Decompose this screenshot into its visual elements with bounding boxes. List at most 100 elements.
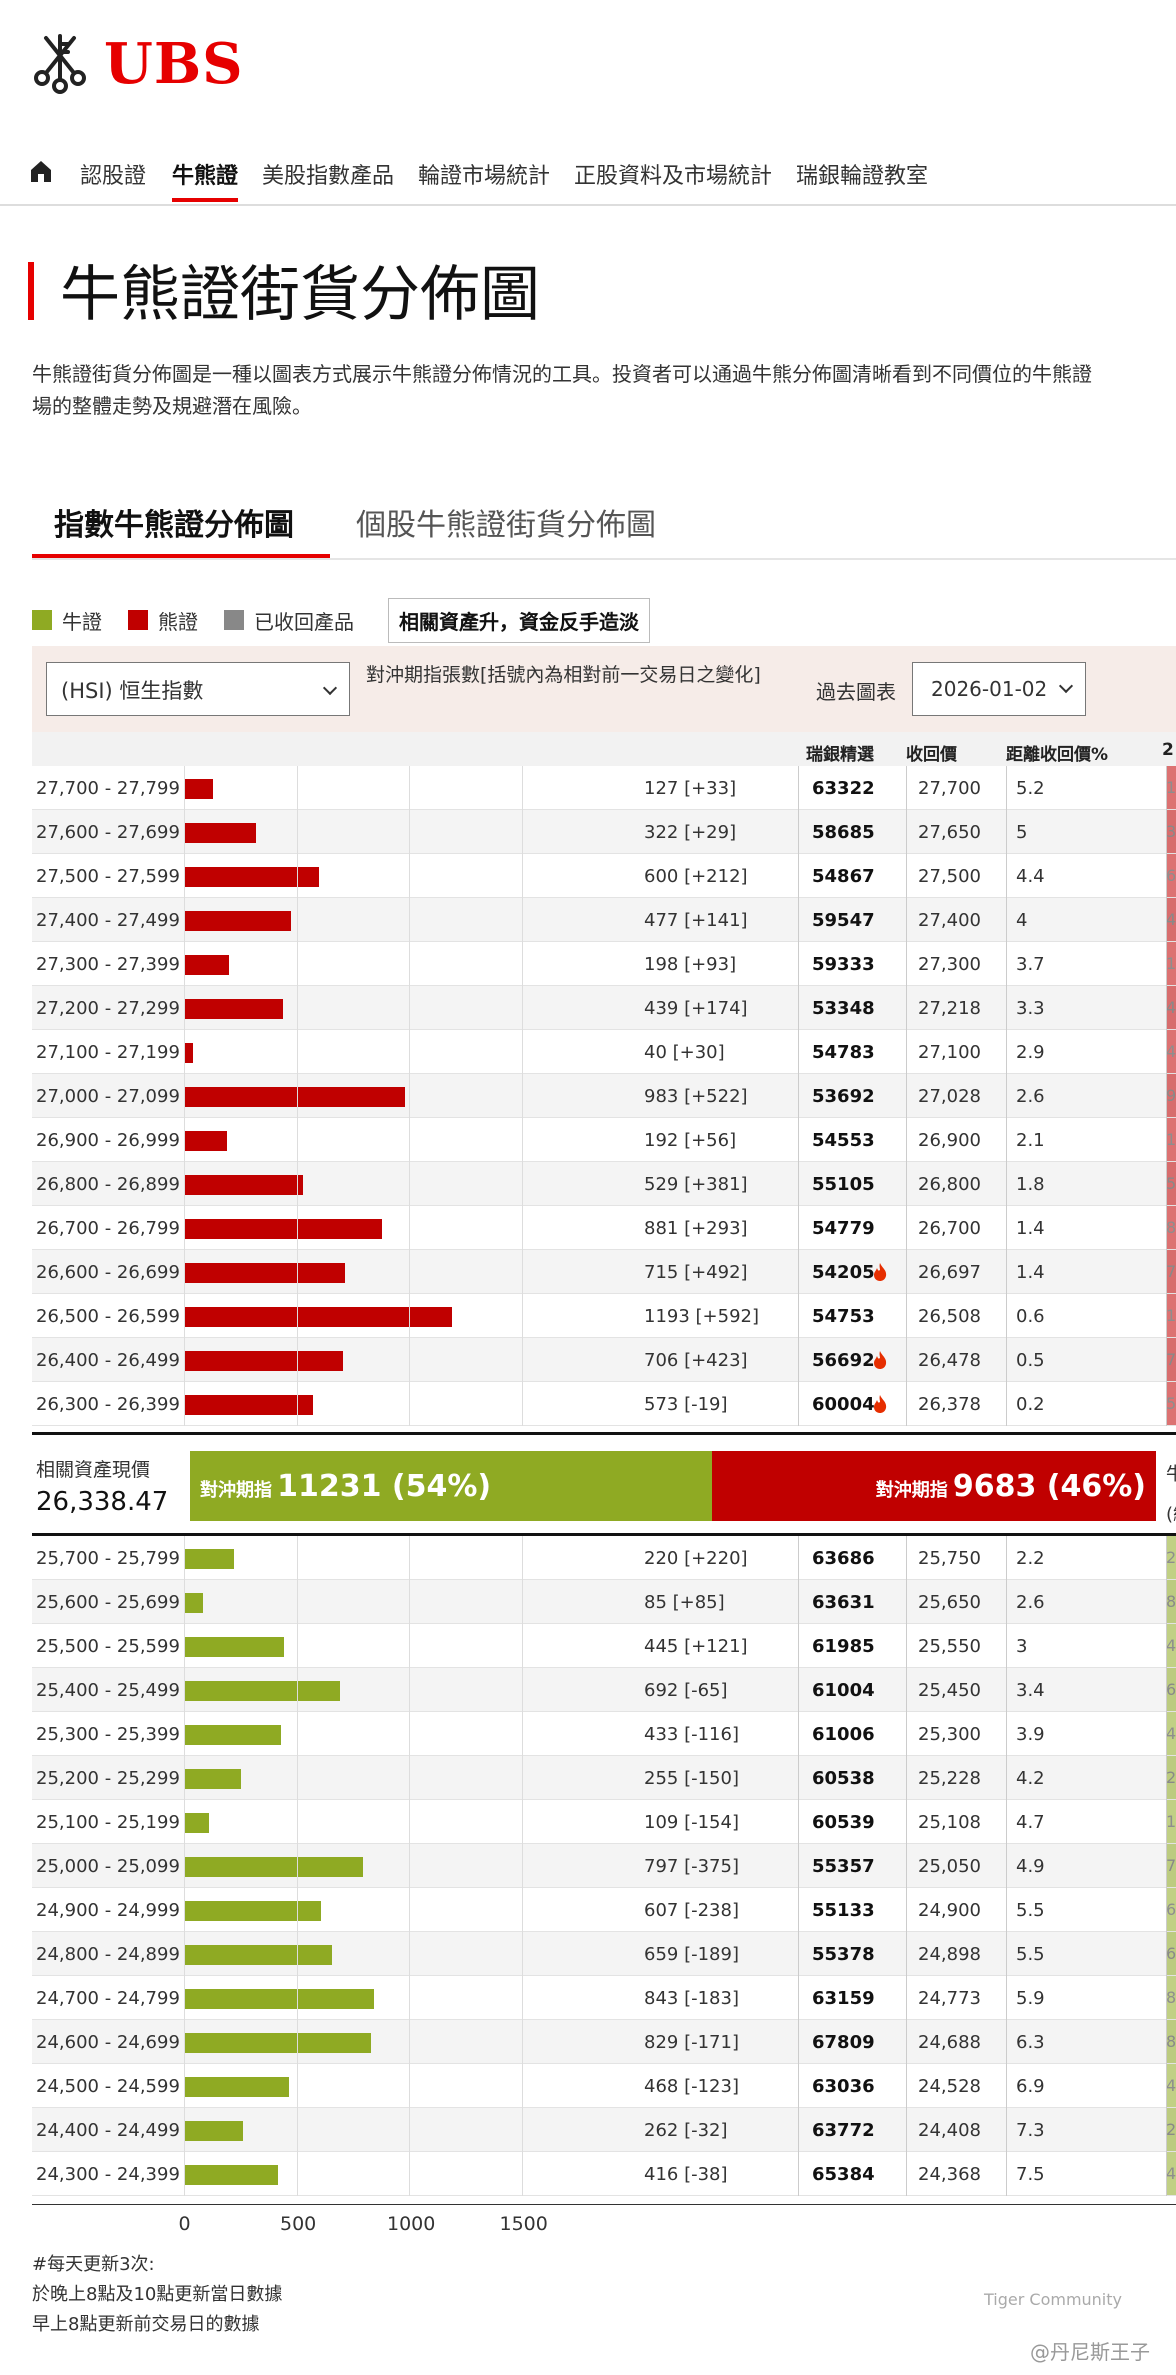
product-code[interactable]: 54205 bbox=[812, 1262, 875, 1283]
bull-bar[interactable] bbox=[184, 1769, 242, 1789]
call-price: 24,528 bbox=[918, 2076, 981, 2097]
bull-bar[interactable] bbox=[184, 1593, 204, 1613]
product-code[interactable]: 60539 bbox=[812, 1812, 875, 1833]
bear-bar[interactable] bbox=[184, 999, 283, 1019]
price-range-label: 27,100 - 27,199 bbox=[36, 1042, 180, 1063]
table-row: 24,800 - 24,899 659 [-189] 55378 24,898 5.5 6 bbox=[32, 1932, 1176, 1976]
bear-bar[interactable] bbox=[184, 1307, 453, 1327]
bull-bar[interactable] bbox=[184, 2165, 278, 2185]
nav-cbbc[interactable]: 牛熊證 bbox=[172, 158, 238, 190]
nav-stock-data[interactable]: 正股資料及市場統計 bbox=[574, 158, 772, 190]
bear-bar[interactable] bbox=[184, 867, 319, 887]
price-range-label: 25,300 - 25,399 bbox=[36, 1724, 180, 1745]
product-code[interactable]: 54867 bbox=[812, 866, 875, 887]
bear-bar[interactable] bbox=[184, 1087, 406, 1107]
bear-bar[interactable] bbox=[184, 1131, 228, 1151]
product-code[interactable]: 55357 bbox=[812, 1856, 875, 1877]
bear-bar[interactable] bbox=[184, 1043, 193, 1063]
column-separator bbox=[1006, 1536, 1007, 2196]
bull-bar[interactable] bbox=[184, 1901, 321, 1921]
product-code[interactable]: 53692 bbox=[812, 1086, 875, 1107]
distance-pct: 0.6 bbox=[1016, 1306, 1045, 1327]
bear-bar[interactable] bbox=[184, 1263, 345, 1283]
product-code[interactable]: 54553 bbox=[812, 1130, 875, 1151]
product-code[interactable]: 59333 bbox=[812, 954, 875, 975]
bear-bar[interactable] bbox=[184, 1219, 383, 1239]
product-code[interactable]: 55378 bbox=[812, 1944, 875, 1965]
bull-bar[interactable] bbox=[184, 1989, 374, 2009]
date-select[interactable]: 2026-01-02 bbox=[912, 662, 1086, 716]
bull-bar[interactable] bbox=[184, 1857, 364, 1877]
product-code[interactable]: 61004 bbox=[812, 1680, 875, 1701]
price-range-label: 26,700 - 26,799 bbox=[36, 1218, 180, 1239]
grid-line bbox=[184, 1536, 185, 2196]
bear-bar[interactable] bbox=[184, 779, 213, 799]
bear-bar[interactable] bbox=[184, 955, 229, 975]
nav-education[interactable]: 瑞銀輪證教室 bbox=[796, 158, 928, 190]
product-code[interactable]: 55105 bbox=[812, 1174, 875, 1195]
cut-off-cell: 5 bbox=[1166, 1382, 1176, 1426]
nav-warrants[interactable]: 認股證 bbox=[80, 158, 146, 190]
product-code[interactable]: 63686 bbox=[812, 1548, 875, 1569]
product-code[interactable]: 54779 bbox=[812, 1218, 875, 1239]
product-code[interactable]: 67809 bbox=[812, 2032, 875, 2053]
hedge-count: 843 [-183] bbox=[644, 1988, 739, 2009]
tab-active-underline bbox=[32, 554, 330, 558]
bull-bar[interactable] bbox=[184, 2077, 290, 2097]
product-code[interactable]: 54783 bbox=[812, 1042, 875, 1063]
ubs-logo[interactable]: UBS bbox=[28, 30, 244, 98]
product-code[interactable]: 60538 bbox=[812, 1768, 875, 1789]
chart-tabs: 指數牛熊證分佈圖 個股牛熊證街貨分佈圖 bbox=[32, 490, 1176, 560]
product-code[interactable]: 53348 bbox=[812, 998, 875, 1019]
bear-bar[interactable] bbox=[184, 1351, 343, 1371]
bull-bar[interactable] bbox=[184, 2033, 371, 2053]
bull-bar[interactable] bbox=[184, 1681, 340, 1701]
product-code[interactable]: 56692 bbox=[812, 1350, 875, 1371]
product-code[interactable]: 58685 bbox=[812, 822, 875, 843]
price-range-label: 25,400 - 25,499 bbox=[36, 1680, 180, 1701]
hedge-count: 198 [+93] bbox=[644, 954, 737, 975]
bull-bar[interactable] bbox=[184, 1637, 285, 1657]
current-price-summary: 相關資產現價 26,338.47 對沖期指 11231 (54%) 對沖期指 9… bbox=[32, 1432, 1176, 1536]
keys-icon bbox=[34, 34, 86, 94]
bull-bar[interactable] bbox=[184, 1725, 282, 1745]
legend-bull: 牛證 bbox=[32, 606, 102, 635]
product-code[interactable]: 63036 bbox=[812, 2076, 875, 2097]
underlying-select[interactable]: (HSI) 恒生指數 bbox=[46, 662, 350, 716]
call-price: 26,700 bbox=[918, 1218, 981, 1239]
tab-index-cbbc[interactable]: 指數牛熊證分佈圖 bbox=[54, 500, 294, 544]
product-code[interactable]: 55133 bbox=[812, 1900, 875, 1921]
product-code[interactable]: 63772 bbox=[812, 2120, 875, 2141]
product-code[interactable]: 61006 bbox=[812, 1724, 875, 1745]
nav-market-stats[interactable]: 輪證市場統計 bbox=[418, 158, 550, 190]
distance-pct: 3 bbox=[1016, 1636, 1028, 1657]
table-row: 27,700 - 27,799 127 [+33] 63322 27,700 5.2 1 bbox=[32, 766, 1176, 810]
bear-bar[interactable] bbox=[184, 823, 257, 843]
bull-swatch bbox=[32, 610, 52, 630]
tab-stock-cbbc[interactable]: 個股牛熊證街貨分佈圖 bbox=[356, 500, 656, 544]
bear-bar[interactable] bbox=[184, 911, 292, 931]
bear-bar[interactable] bbox=[184, 1175, 304, 1195]
product-code[interactable]: 65384 bbox=[812, 2164, 875, 2185]
product-code[interactable]: 63631 bbox=[812, 1592, 875, 1613]
bull-bar[interactable] bbox=[184, 1813, 209, 1833]
bear-hedge-label: 對沖期指 bbox=[875, 1480, 948, 1501]
product-code[interactable]: 63322 bbox=[812, 778, 875, 799]
legend-bear: 熊證 bbox=[128, 606, 198, 635]
bear-bar[interactable] bbox=[184, 1395, 313, 1415]
product-code[interactable]: 60004 bbox=[812, 1394, 875, 1415]
product-code[interactable]: 54753 bbox=[812, 1306, 875, 1327]
bull-bar[interactable] bbox=[184, 1945, 333, 1965]
col-ubs-pick: 瑞銀精選 bbox=[806, 745, 874, 765]
hedge-count: 127 [+33] bbox=[644, 778, 737, 799]
product-code[interactable]: 61985 bbox=[812, 1636, 875, 1657]
bull-bar[interactable] bbox=[184, 2121, 243, 2141]
product-code[interactable]: 59547 bbox=[812, 910, 875, 931]
bull-bar[interactable] bbox=[184, 1549, 234, 1569]
table-row: 26,300 - 26,399 573 [-19] 60004 26,378 0.2 5 bbox=[32, 1382, 1176, 1426]
x-tick-label: 0 bbox=[178, 2213, 191, 2235]
table-row: 27,600 - 27,699 322 [+29] 58685 27,650 5 3 bbox=[32, 810, 1176, 854]
nav-us-index-products[interactable]: 美股指數產品 bbox=[262, 158, 394, 190]
product-code[interactable]: 63159 bbox=[812, 1988, 875, 2009]
home-icon[interactable] bbox=[28, 158, 54, 184]
